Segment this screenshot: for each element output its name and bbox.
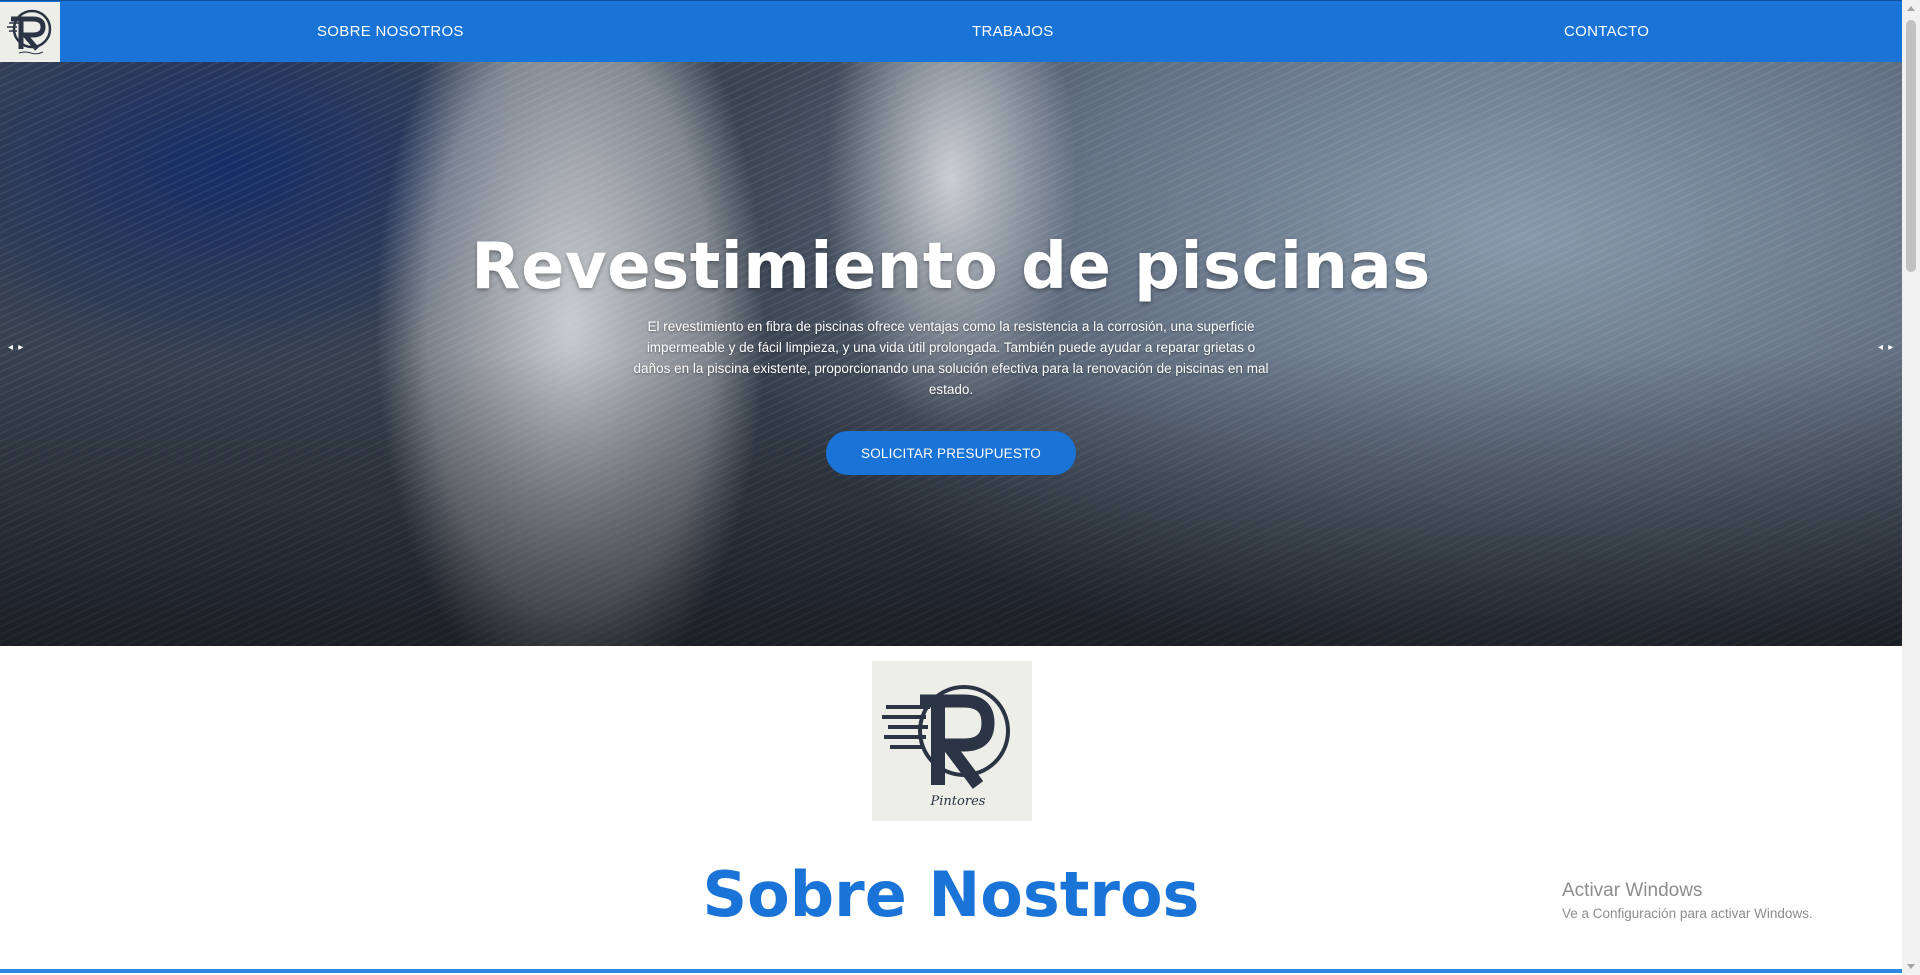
nav-link-sobre-nosotros[interactable]: SOBRE NOSOTROS bbox=[317, 23, 464, 40]
hero-carousel: ◂ ▸ ◂ ▸ Revestimiento de piscinas El rev… bbox=[0, 62, 1902, 646]
nav-link-contacto[interactable]: CONTACTO bbox=[1564, 23, 1649, 40]
nav-link-trabajos[interactable]: TRABAJOS bbox=[972, 23, 1054, 40]
rd-logo-icon bbox=[7, 9, 52, 55]
watermark-title: Activar Windows bbox=[1562, 880, 1703, 901]
site-logo[interactable] bbox=[0, 2, 60, 62]
main-nav: SOBRE NOSOTROS TRABAJOS CONTACTO bbox=[60, 1, 1902, 63]
top-navbar: SOBRE NOSOTROS TRABAJOS CONTACTO bbox=[0, 0, 1902, 63]
about-logo-text: Pintores bbox=[930, 794, 986, 809]
carousel-next-icon[interactable]: ◂ ▸ bbox=[1878, 342, 1894, 353]
rd-logo-icon: Pintores bbox=[882, 685, 1010, 809]
scroll-up-icon[interactable] bbox=[1907, 6, 1915, 11]
request-quote-button[interactable]: SOLICITAR PRESUPUESTO bbox=[826, 431, 1076, 475]
watermark-subtitle: Ve a Configuración para activar Windows. bbox=[1562, 906, 1813, 921]
hero-description: El revestimiento en fibra de piscinas of… bbox=[633, 319, 1269, 397]
hero-title: Revestimiento de piscinas bbox=[471, 230, 1431, 304]
section-divider bbox=[0, 969, 1902, 973]
scroll-down-icon[interactable] bbox=[1907, 964, 1915, 969]
about-logo: Pintores bbox=[872, 661, 1032, 821]
carousel-prev-icon[interactable]: ◂ ▸ bbox=[8, 342, 24, 353]
scrollbar-thumb[interactable] bbox=[1906, 20, 1916, 272]
page-scrollbar[interactable] bbox=[1902, 0, 1920, 975]
windows-activation-watermark: Activar Windows Ve a Configuración para … bbox=[1562, 880, 1813, 921]
